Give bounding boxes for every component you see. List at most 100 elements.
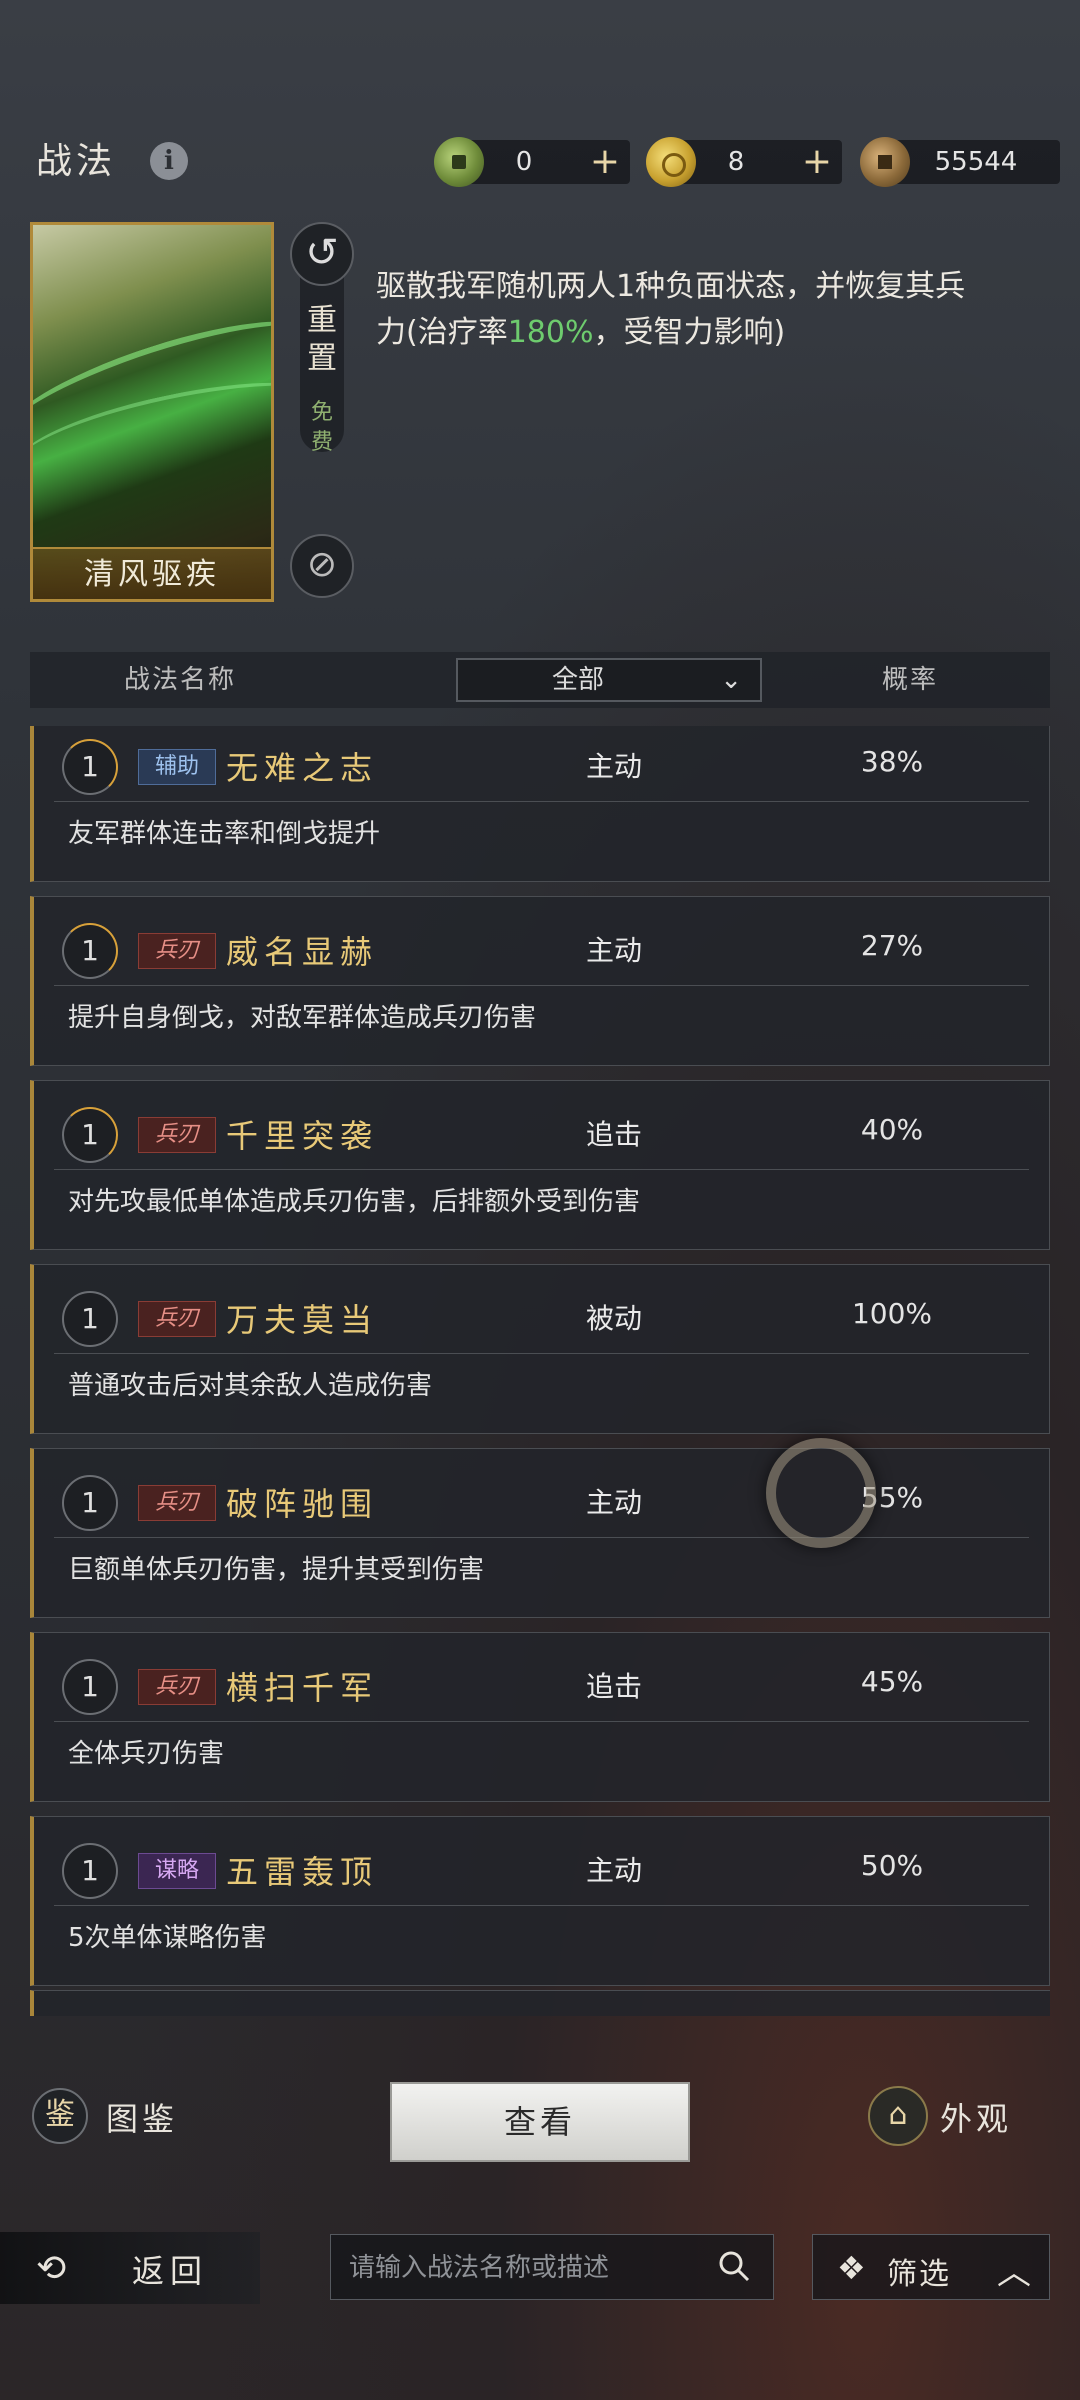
gold-coin-icon (646, 137, 696, 187)
copper-coin-icon (860, 137, 910, 187)
skill-level: 1 (62, 1843, 118, 1899)
skill-category-tag: 兵刃 (138, 933, 216, 969)
skill-row[interactable]: 1 兵刃 横扫千军 追击 45% 全体兵刃伤害 (30, 1632, 1050, 1802)
lock-icon[interactable]: ⊘ (290, 534, 354, 598)
search-icon[interactable] (717, 2249, 751, 2283)
skill-card-art[interactable]: 清风驱疾 (30, 222, 274, 602)
skill-probability: 38% (860, 745, 924, 778)
skill-summary: 全体兵刃伤害 (68, 1739, 225, 1769)
skill-category-tag: 兵刃 (138, 1485, 216, 1521)
skill-summary: 友军群体连击率和倒戈提升 (68, 819, 381, 849)
row-divider (54, 1721, 1029, 1722)
filter-button[interactable]: ❖ 筛选 ︿ (812, 2234, 1050, 2300)
skill-category-tag: 兵刃 (138, 1117, 216, 1153)
skill-summary: 提升自身倒戈，对敌军群体造成兵刃伤害 (68, 1003, 537, 1033)
skill-name: 横扫千军 (226, 1669, 379, 1707)
reset-column: ↺ 重置 免费 ⊘ (290, 222, 354, 602)
page-title: 战法 (36, 141, 117, 182)
skill-summary: 对先攻最低单体造成兵刃伤害，后排额外受到伤害 (68, 1187, 641, 1217)
currency-copper-value: 55544 (934, 147, 1018, 177)
skill-name: 破阵驰围 (226, 1485, 379, 1523)
skill-list[interactable]: 1 辅助 无难之志 主动 38% 友军群体连击率和倒戈提升 1 兵刃 威名显赫 … (30, 726, 1050, 2016)
col-probability: 概率 (881, 665, 938, 695)
skill-level: 1 (62, 1475, 118, 1531)
appearance-button[interactable]: 外观 (940, 2094, 1012, 2140)
currency-jade-value: 0 (515, 147, 533, 177)
row-divider (54, 1353, 1029, 1354)
codex-button[interactable]: 图鉴 (106, 2094, 178, 2140)
skill-heal-rate: 180% (507, 315, 594, 350)
search-input[interactable] (349, 2247, 689, 2289)
search-box[interactable] (330, 2234, 774, 2300)
row-divider (54, 1537, 1029, 1538)
add-gold-button[interactable]: + (802, 140, 832, 184)
free-label: 免费 (310, 400, 333, 455)
touch-indicator (766, 1438, 876, 1548)
skill-name: 万夫莫当 (226, 1301, 379, 1339)
skill-probability: 40% (860, 1113, 924, 1146)
skill-row-partial[interactable] (30, 1990, 1050, 2016)
skill-row[interactable]: 1 兵刃 千里突袭 追击 40% 对先攻最低单体造成兵刃伤害，后排额外受到伤害 (30, 1080, 1050, 1250)
skill-type: 主动 (585, 750, 642, 783)
back-button[interactable]: ⟲ 返回 (0, 2232, 260, 2304)
reset-icon[interactable]: ↺ (290, 222, 354, 286)
skill-type: 被动 (585, 1302, 642, 1335)
skill-probability: 50% (860, 1849, 924, 1882)
skill-level: 1 (62, 739, 118, 795)
back-arrow-icon: ⟲ (36, 2248, 67, 2289)
skill-row[interactable]: 1 辅助 无难之志 主动 38% 友军群体连击率和倒戈提升 (30, 726, 1050, 882)
skill-level: 1 (62, 1659, 118, 1715)
currency-jade: 0 + (434, 137, 630, 187)
skill-type: 主动 (585, 1854, 642, 1887)
view-button[interactable]: 查看 (390, 2082, 690, 2162)
skill-name: 威名显赫 (226, 933, 379, 971)
row-divider (54, 1905, 1029, 1906)
category-filter-dropdown[interactable]: 全部 ⌄ (456, 658, 762, 702)
add-jade-button[interactable]: + (590, 140, 620, 184)
currency-gold-value: 8 (727, 147, 745, 177)
skill-row[interactable]: 1 兵刃 破阵驰围 主动 55% 巨额单体兵刃伤害，提升其受到伤害 (30, 1448, 1050, 1618)
skill-level: 1 (62, 1291, 118, 1347)
currency-gold: 8 + (646, 137, 842, 187)
info-icon[interactable]: i (150, 142, 188, 180)
skill-description: 驱散我军随机两人1种负面状态，并恢复其兵力(治疗率180%，受智力影响) (376, 264, 976, 356)
skill-probability: 27% (860, 929, 924, 962)
skill-summary: 巨额单体兵刃伤害，提升其受到伤害 (68, 1555, 485, 1585)
currency-copper: 55544 (860, 137, 1060, 187)
skill-type: 主动 (585, 1486, 642, 1519)
skill-summary: 5次单体谋略伤害 (68, 1923, 267, 1953)
skill-level: 1 (62, 1107, 118, 1163)
skill-type: 追击 (585, 1670, 642, 1703)
skill-level: 1 (62, 923, 118, 979)
skill-category-tag: 兵刃 (138, 1301, 216, 1337)
skill-category-tag: 辅助 (138, 749, 216, 785)
skill-row[interactable]: 1 谋略 五雷轰顶 主动 50% 5次单体谋略伤害 (30, 1816, 1050, 1986)
jade-coin-icon (434, 137, 484, 187)
category-filter-value: 全部 (551, 665, 604, 695)
skill-category-tag: 兵刃 (138, 1669, 216, 1705)
row-divider (54, 801, 1029, 802)
skill-row[interactable]: 1 兵刃 威名显赫 主动 27% 提升自身倒戈，对敌军群体造成兵刃伤害 (30, 896, 1050, 1066)
skill-probability: 45% (860, 1665, 924, 1698)
skill-name: 千里突袭 (226, 1117, 379, 1155)
row-divider (54, 1169, 1029, 1170)
skill-description-part2: ，受智力影响) (593, 315, 786, 350)
skill-name: 无难之志 (226, 749, 379, 787)
skill-category-tag: 谋略 (138, 1853, 216, 1889)
skill-name: 五雷轰顶 (226, 1853, 379, 1891)
skill-type: 主动 (585, 934, 642, 967)
skill-summary: 普通攻击后对其余敌人造成伤害 (68, 1371, 433, 1401)
chevron-down-icon: ⌄ (720, 665, 742, 695)
table-header: 战法名称 全部 ⌄ 概率 (30, 652, 1050, 708)
skill-card-name: 清风驱疾 (33, 547, 271, 599)
reset-label[interactable]: 重置 (306, 302, 338, 378)
row-divider (54, 985, 1029, 986)
appearance-icon[interactable]: ⌂ (868, 2086, 928, 2146)
codex-icon[interactable]: 鉴 (32, 2088, 88, 2144)
skill-row[interactable]: 1 兵刃 万夫莫当 被动 100% 普通攻击后对其余敌人造成伤害 (30, 1264, 1050, 1434)
skill-type: 追击 (585, 1118, 642, 1151)
skill-probability: 100% (851, 1297, 933, 1330)
chevron-up-icon: ︿ (997, 2253, 1031, 2293)
filter-icon: ❖ (837, 2249, 866, 2287)
filter-label: 筛选 (887, 2257, 951, 2292)
